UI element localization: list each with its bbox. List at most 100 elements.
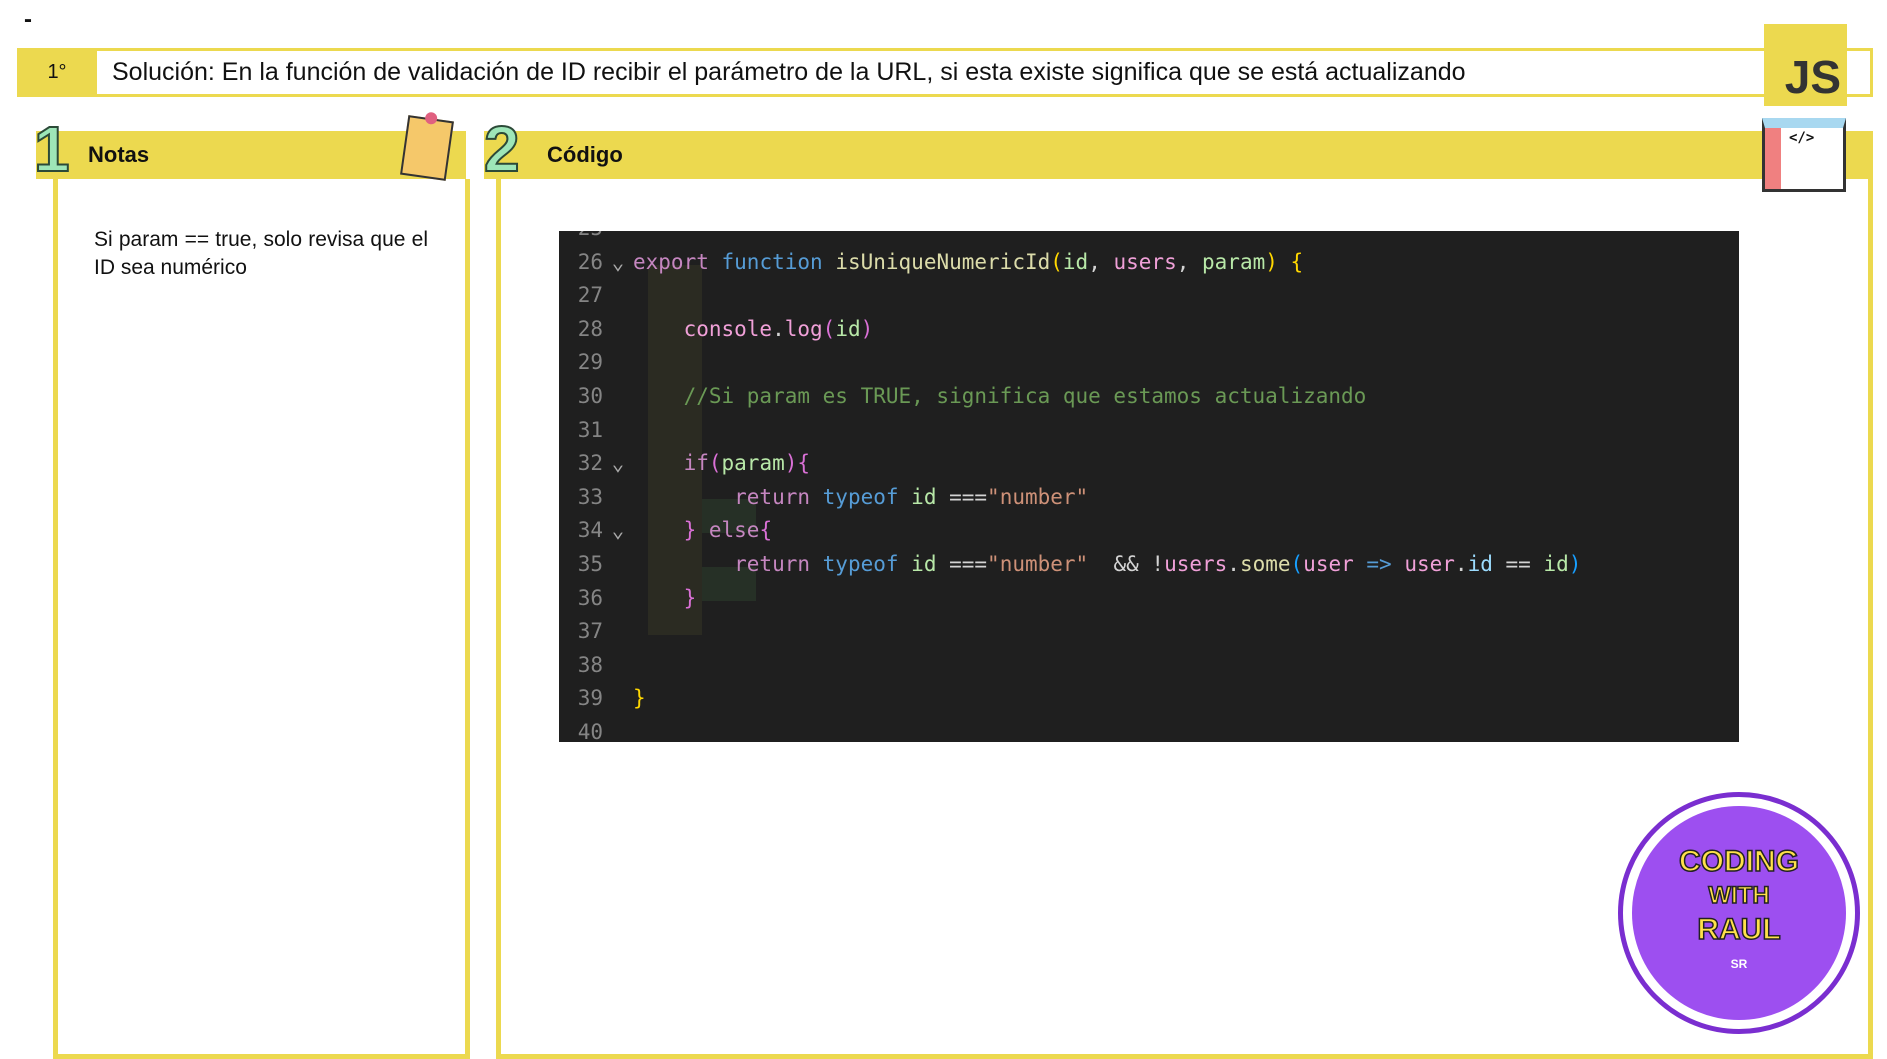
fold-gutter [603,682,633,716]
code-token: ) [860,316,874,341]
line-number: 28 [577,316,603,341]
fold-gutter [603,414,633,448]
code-token: ( [822,316,836,341]
fold-chevron-icon[interactable]: ⌄ [603,447,633,481]
notes-text: Si param == true, solo revisa que el ID … [94,228,428,279]
line-number: 35 [577,552,603,576]
code-line: 26 ⌄ export function isUniqueNumericId(id,… [559,246,1739,280]
notes-header-label: Notas [88,142,150,167]
logo-line3: RAUL [1697,912,1782,947]
sticky-note-icon [400,111,454,181]
line-number: 36 [577,585,603,610]
code-token: if [633,451,709,476]
code-token: console [633,316,773,341]
code-token: users [1113,249,1177,274]
fold-gutter [603,231,633,246]
code-token: == [1505,552,1544,576]
code-token: === [949,552,988,576]
logo-badge: SR [1730,957,1748,971]
code-token: ( [708,451,722,476]
code-editor: 25 26⌄export function isUniqueNumericId(… [559,231,1739,742]
step-two-number: 2 [483,112,521,186]
code-token: some [1239,552,1291,576]
fold-gutter [603,346,633,380]
code-token: user [1303,552,1367,576]
code-token: id [911,552,950,576]
code-token: ( [1290,552,1304,576]
code-token: "number" [987,484,1089,509]
code-line: 39 } [559,682,1739,716]
code-line: 33 return typeof id ==="number" [559,481,1739,515]
code-token: ) [784,451,798,476]
code-token: return [633,552,823,576]
code-line: 29 [559,346,1739,380]
line-number: 32 [577,451,603,476]
code-line: 36 } [559,582,1739,616]
code-token: user [1404,552,1455,576]
code-token: id [1543,552,1569,576]
code-header: Código [484,131,1873,179]
code-token: users [1164,552,1228,576]
line-number: 31 [577,417,603,442]
line-number: 29 [577,350,603,375]
code-token: } [633,585,697,610]
code-token: log [784,316,823,341]
fold-gutter [603,615,633,649]
code-token: id [911,484,950,509]
code-line: 25 [559,231,1739,246]
coding-with-raul-logo: CODING WITH RAUL SR [1618,792,1860,1034]
code-token: return [633,484,823,509]
fold-gutter [603,716,633,742]
code-token: { [797,451,811,476]
code-line: 28 console.log(id) [559,313,1739,347]
line-number: 30 [577,384,603,408]
line-number: 26 [577,249,603,274]
line-number: 33 [577,484,603,509]
line-number: 27 [577,283,603,308]
line-number: 40 [577,720,603,742]
code-line: 30 //Si param es TRUE, significa que est… [559,380,1739,414]
code-token: typeof [822,484,912,509]
line-number: 39 [577,686,603,711]
slide-title: Solución: En la función de validación de… [112,58,1466,86]
slide-dash: - [24,6,32,33]
code-token: id [835,316,861,341]
fold-gutter [603,582,633,616]
code-token: isUniqueNumericId [835,249,1051,274]
fold-gutter [603,481,633,515]
code-token: { [1277,249,1304,274]
notes-panel [53,179,470,1059]
code-token: "number" [987,552,1089,576]
code-token: . [772,316,785,341]
code-token: function [721,249,836,274]
code-token: typeof [822,552,912,576]
code-token: else [696,518,760,543]
line-number: 25 [559,231,603,246]
code-line: 37 [559,615,1739,649]
code-line: 32 ⌄ if(param){ [559,447,1739,481]
fold-gutter [603,380,633,414]
code-token: id [1467,552,1506,576]
fold-chevron-icon[interactable]: ⌄ [603,246,633,280]
code-token: ) [1568,552,1582,576]
code-token: , [1088,249,1114,274]
logo-line1: CODING [1678,844,1800,879]
code-line: 34 ⌄ } else{ [559,514,1739,548]
code-line: 35 return typeof id ==="number" && !user… [559,548,1739,582]
code-token: param [721,451,785,476]
fold-chevron-icon[interactable]: ⌄ [603,514,633,548]
code-token: ) [1265,249,1278,274]
code-token: param [1202,249,1266,274]
fold-gutter [603,279,633,313]
fold-gutter [603,313,633,347]
code-token: . [1454,552,1468,576]
code-token: { [759,518,773,543]
js-badge: JS [1764,24,1847,106]
code-token: //Si param es TRUE, significa que estamo… [633,384,1367,408]
code-line: 27 [559,279,1739,313]
fold-gutter [603,649,633,683]
code-token: => [1366,552,1405,576]
code-token: export [633,249,722,274]
code-token: } [633,518,697,543]
step-one-number: 1 [33,112,71,186]
